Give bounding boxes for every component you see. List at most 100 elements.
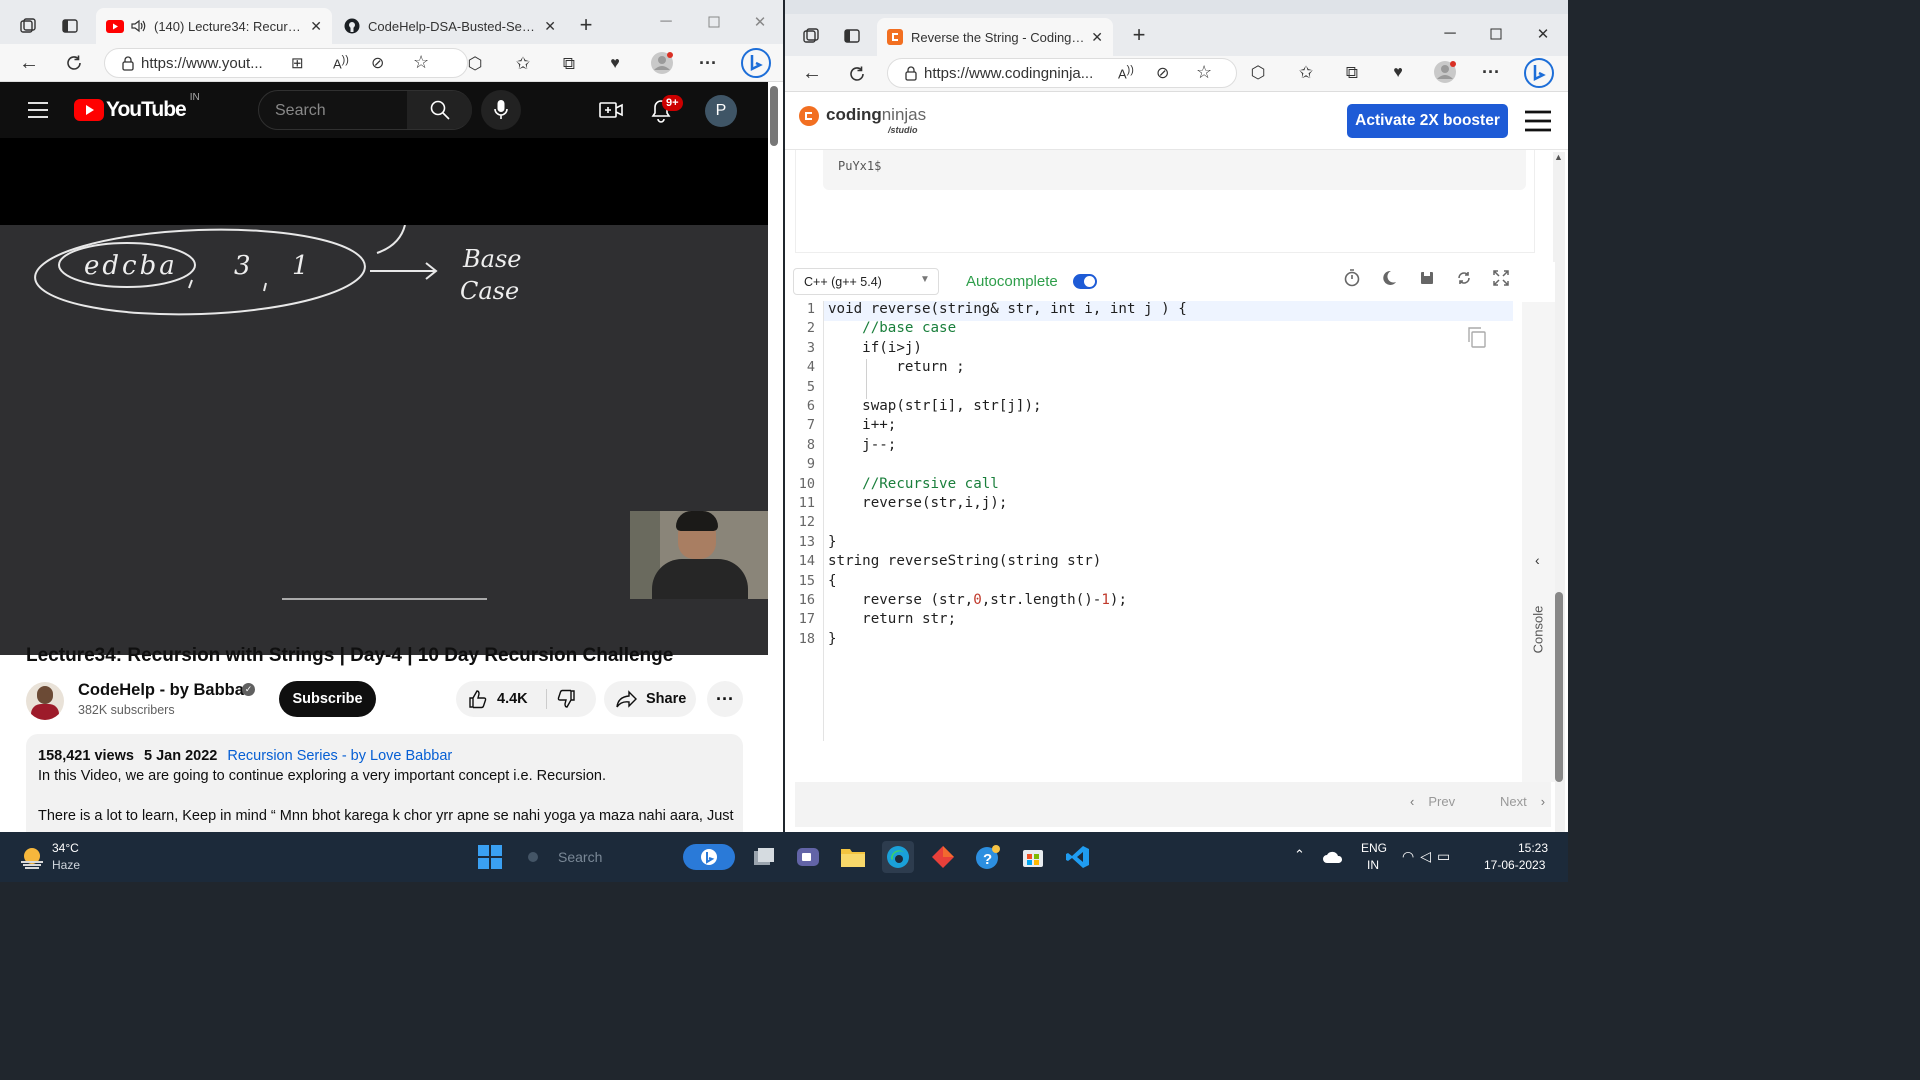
new-tab-icon[interactable]: +	[1127, 22, 1151, 47]
collections-icon[interactable]: ⧉	[1341, 62, 1363, 84]
taskbar-search[interactable]: Search	[522, 841, 672, 873]
back-icon[interactable]: ←	[801, 62, 823, 84]
dislike-button[interactable]	[556, 689, 576, 709]
coding-ninjas-logo[interactable]: codingninjas	[826, 105, 926, 125]
channel-avatar[interactable]	[26, 682, 64, 720]
code-line[interactable]: j--;	[828, 437, 896, 453]
task-view-icon[interactable]	[748, 841, 780, 873]
tracking-icon[interactable]: ⊘	[1156, 63, 1169, 83]
close-window-icon[interactable]: ✕	[1533, 24, 1553, 44]
favorites-icon[interactable]: ✩	[1295, 62, 1317, 84]
chevron-up-icon[interactable]: ⌃	[1294, 847, 1305, 863]
code-line[interactable]: i++;	[828, 417, 896, 433]
tab-youtube[interactable]: (140) Lecture34: Recursion ✕	[96, 8, 332, 44]
teams-icon[interactable]	[792, 841, 824, 873]
save-icon[interactable]	[1417, 268, 1437, 288]
weather-icon[interactable]	[16, 841, 48, 873]
code-area[interactable]: 1 void reverse(string& str, int i, int j …	[785, 301, 1513, 741]
refresh-icon[interactable]	[846, 63, 868, 85]
code-line[interactable]: return ;	[828, 359, 964, 375]
create-video-icon[interactable]	[598, 98, 624, 122]
fullscreen-icon[interactable]	[1491, 268, 1511, 288]
app-icon[interactable]	[927, 841, 959, 873]
console-side-panel[interactable]: ‹ Console	[1522, 302, 1555, 782]
code-line[interactable]: reverse(str,i,j);	[828, 495, 1007, 511]
subscribe-button[interactable]: Subscribe	[279, 681, 376, 717]
new-tab-icon[interactable]: +	[574, 12, 598, 37]
video-progress-bar[interactable]	[282, 598, 487, 600]
channel-name[interactable]: CodeHelp - by Babbar	[78, 681, 250, 700]
close-tab-icon[interactable]: ✕	[1091, 29, 1103, 46]
youtube-logo[interactable]: YouTube IN	[74, 92, 200, 122]
code-line[interactable]: }	[828, 534, 837, 550]
next-button[interactable]: Next ›	[1500, 794, 1545, 809]
bing-chat-icon[interactable]	[683, 844, 735, 870]
start-icon[interactable]	[474, 841, 506, 873]
system-tray[interactable]: ◠◁▭	[1402, 848, 1456, 865]
more-icon[interactable]: ···	[1480, 61, 1502, 83]
chevron-left-icon[interactable]: ‹	[1535, 552, 1540, 568]
read-aloud-icon[interactable]: A))	[1118, 64, 1134, 81]
onedrive-icon[interactable]	[1317, 841, 1349, 873]
share-button[interactable]: Share	[604, 681, 696, 717]
code-line[interactable]: reverse (str,0,str.length()-1);	[828, 592, 1127, 608]
vscode-icon[interactable]	[1062, 841, 1094, 873]
favorite-star-icon[interactable]: ☆	[413, 52, 429, 73]
timer-icon[interactable]	[1342, 268, 1362, 288]
code-line[interactable]: return str;	[828, 611, 956, 627]
help-icon[interactable]: ?	[972, 841, 1004, 873]
input-language[interactable]: ENG	[1361, 841, 1387, 855]
code-line[interactable]: //Recursive call	[828, 476, 999, 492]
workspaces-icon[interactable]	[801, 26, 821, 46]
menu-icon[interactable]	[26, 98, 50, 122]
code-line[interactable]: swap(str[i], str[j]);	[828, 398, 1041, 414]
video-player[interactable]: edcba 3 1 Base Case	[0, 138, 768, 655]
coding-ninjas-logo-icon[interactable]	[799, 106, 819, 126]
favorites-icon[interactable]: ✩	[512, 53, 534, 75]
playlist-link[interactable]: Recursion Series - by Love Babbar	[227, 748, 452, 764]
more-icon[interactable]: ···	[697, 52, 719, 74]
code-line[interactable]: }	[828, 631, 837, 647]
extensions-icon[interactable]: ⬡	[464, 53, 486, 75]
back-icon[interactable]: ←	[18, 52, 40, 74]
bing-icon[interactable]	[1523, 57, 1555, 89]
close-window-icon[interactable]: ✕	[750, 12, 770, 32]
maximize-icon[interactable]	[1486, 24, 1506, 44]
close-tab-icon[interactable]: ✕	[544, 18, 556, 35]
file-explorer-icon[interactable]	[837, 841, 869, 873]
favorite-star-icon[interactable]: ☆	[1196, 62, 1212, 83]
tab-actions-icon[interactable]	[842, 26, 862, 46]
like-button[interactable]: 4.4K	[456, 681, 546, 717]
bing-icon[interactable]	[740, 47, 772, 79]
tab-coding-ninjas[interactable]: Reverse the String - Coding Ninja ✕	[877, 18, 1113, 56]
minimize-icon[interactable]: ─	[1440, 24, 1460, 44]
tab-github[interactable]: CodeHelp-DSA-Busted-Series/L ✕	[334, 8, 566, 44]
voice-search-button[interactable]	[481, 90, 521, 130]
url-field[interactable]: https://www.codingninja... A)) ⊘ ☆	[887, 58, 1237, 88]
refresh-icon[interactable]	[63, 52, 85, 74]
app-available-icon[interactable]: ⊞	[291, 54, 304, 72]
code-line[interactable]: if(i>j)	[828, 340, 922, 356]
minimize-icon[interactable]: ─	[656, 12, 676, 32]
prev-button[interactable]: ‹ Prev	[1410, 794, 1455, 809]
code-line[interactable]: string reverseString(string str)	[828, 553, 1101, 569]
reset-icon[interactable]	[1454, 268, 1474, 288]
autocomplete-toggle[interactable]	[1073, 274, 1097, 289]
code-line[interactable]: //base case	[828, 320, 956, 336]
health-icon[interactable]: ♥	[1387, 62, 1409, 84]
clock-time[interactable]: 15:23	[1518, 841, 1548, 855]
tab-actions-icon[interactable]	[60, 16, 80, 36]
copy-icon[interactable]	[1465, 325, 1487, 349]
activate-booster-button[interactable]: Activate 2X booster	[1347, 104, 1508, 138]
code-line[interactable]: void reverse(string& str, int i, int j )…	[828, 301, 1187, 317]
extensions-icon[interactable]: ⬡	[1247, 62, 1269, 84]
search-button[interactable]	[407, 91, 472, 129]
page-scrollbar[interactable]	[770, 86, 778, 146]
profile-icon[interactable]	[650, 51, 674, 75]
hamburger-menu-icon[interactable]	[1525, 110, 1551, 132]
search-input[interactable]: Search	[275, 102, 326, 120]
language-select[interactable]: C++ (g++ 5.4) ▼	[793, 268, 939, 295]
read-aloud-icon[interactable]: A))	[333, 54, 349, 71]
dark-mode-icon[interactable]	[1379, 268, 1399, 288]
profile-icon[interactable]	[1433, 60, 1457, 84]
